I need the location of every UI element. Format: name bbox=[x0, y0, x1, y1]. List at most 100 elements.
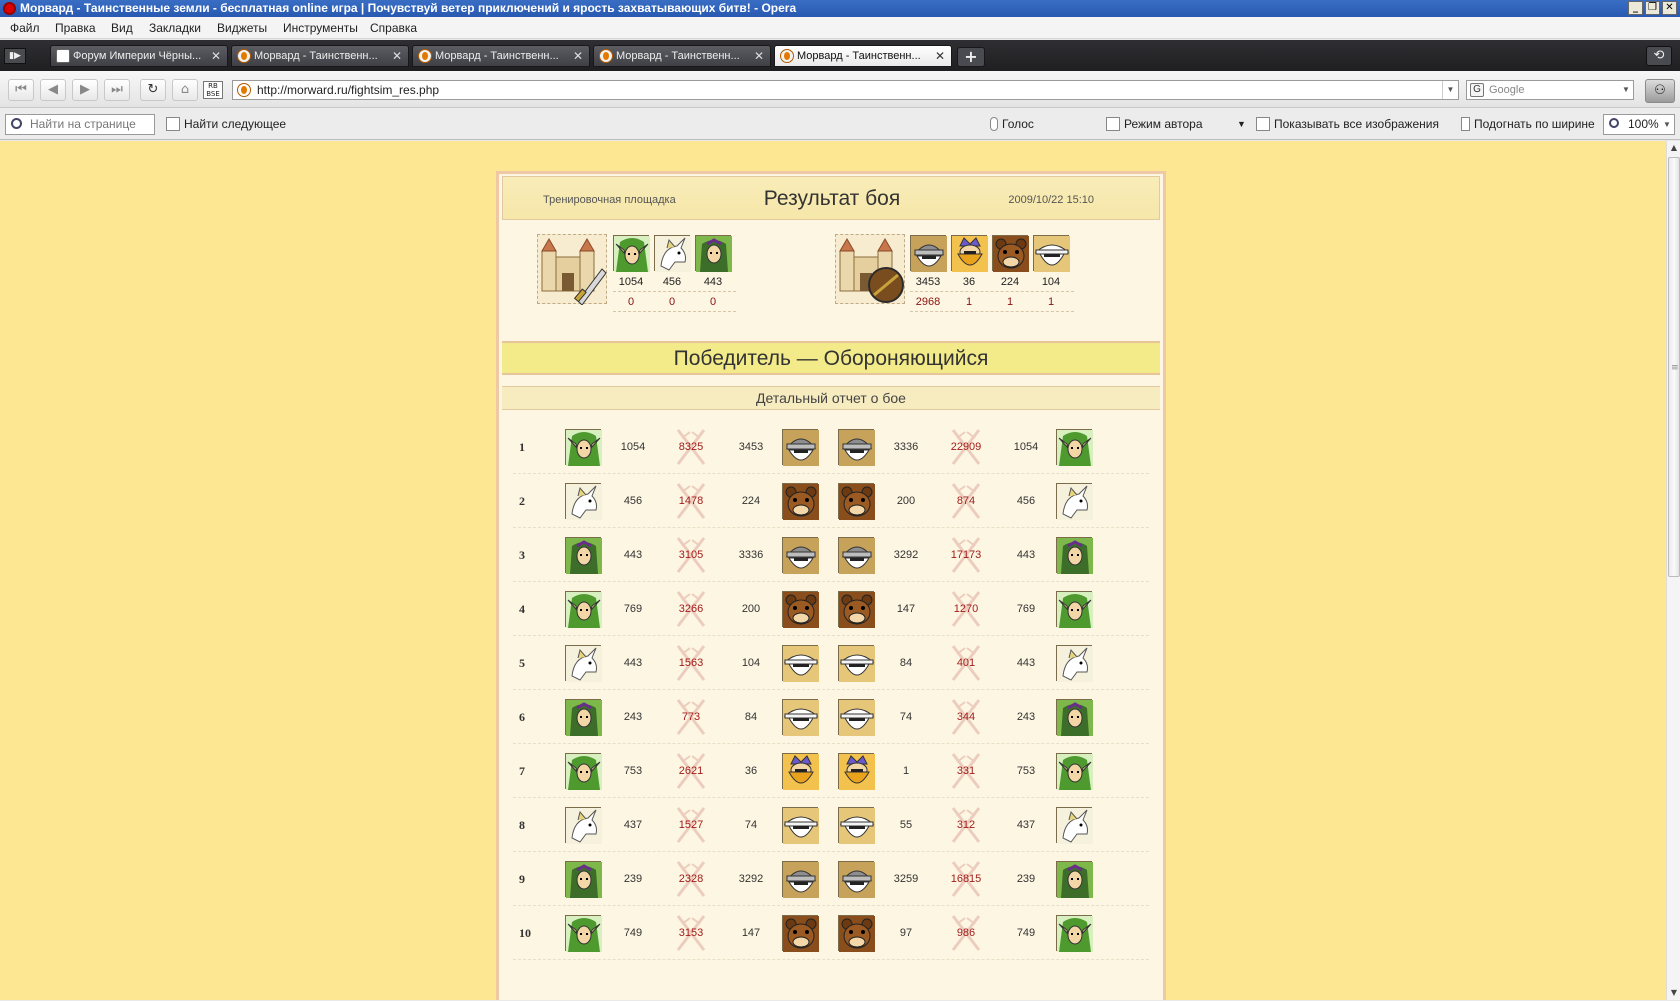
dwarf-miner-unit-icon bbox=[782, 699, 819, 736]
unicorn-unit-icon bbox=[1056, 807, 1093, 844]
winner-banner: Победитель — Обороняющийся bbox=[502, 341, 1160, 375]
defender-swords-icon bbox=[951, 752, 981, 790]
home-button[interactable]: ⌂ bbox=[172, 79, 198, 101]
menu-widgets[interactable]: Виджеты bbox=[217, 21, 267, 35]
battle-header: Тренировочная площадка Результат боя 200… bbox=[502, 176, 1160, 220]
defender-swords-icon bbox=[951, 482, 981, 520]
menu-help[interactable]: Справка bbox=[370, 21, 417, 35]
elf-warrior-unit-icon bbox=[565, 429, 602, 466]
panel-toggle-button[interactable]: ▮▶ bbox=[4, 48, 26, 64]
zoom-chevron-down-icon[interactable]: ▼ bbox=[1660, 115, 1674, 134]
tab-morward-2[interactable]: Морвард - Таинственн... ✕ bbox=[412, 45, 590, 67]
find-input[interactable]: Найти на странице bbox=[5, 114, 155, 135]
defender-count: 3292 bbox=[738, 873, 764, 885]
search-engine-chevron-down-icon[interactable]: ▼ bbox=[1619, 81, 1633, 99]
rewind-button[interactable]: ⏮ bbox=[8, 79, 34, 101]
elf-warrior-unit-icon bbox=[565, 591, 602, 628]
voice-button[interactable]: Голос bbox=[990, 116, 1034, 132]
rb-favicon-icon bbox=[56, 49, 70, 63]
fit-width-button[interactable]: Подогнать по ширине bbox=[1461, 116, 1595, 132]
turbo-icon[interactable]: ⚇ bbox=[1645, 79, 1675, 103]
vertical-scrollbar[interactable]: ▲ ≡ ▼ bbox=[1666, 141, 1680, 1000]
menu-tools[interactable]: Инструменты bbox=[283, 21, 358, 35]
defender-count-after: 200 bbox=[896, 495, 916, 507]
find-bar: Найти на странице Найти следующее Голос … bbox=[0, 108, 1680, 140]
attacker-count: 437 bbox=[623, 819, 643, 831]
morward-favicon-icon bbox=[418, 49, 432, 63]
defender-count-after: 3292 bbox=[893, 549, 919, 561]
tab-label: Морвард - Таинственн... bbox=[254, 50, 378, 62]
elf-warrior-unit-icon bbox=[565, 915, 602, 952]
round-row: 5443156310484401443 bbox=[513, 636, 1149, 690]
url-history-chevron-down-icon[interactable]: ▼ bbox=[1442, 81, 1458, 99]
window-titlebar: Морвард - Таинственные земли - бесплатна… bbox=[0, 0, 1680, 17]
attacker-count: 1054 bbox=[618, 276, 644, 288]
close-window-button[interactable]: ✕ bbox=[1662, 1, 1677, 15]
defender-count-after: 84 bbox=[899, 657, 913, 669]
defender-count: 3336 bbox=[738, 549, 764, 561]
scroll-up-arrow-icon[interactable]: ▲ bbox=[1667, 141, 1680, 155]
maximize-button[interactable]: ❐ bbox=[1645, 1, 1660, 15]
dwarf-miner-unit-icon bbox=[782, 645, 819, 682]
show-images-button[interactable]: Показывать все изображения bbox=[1256, 116, 1439, 132]
author-mode-button[interactable]: Режим автора bbox=[1106, 116, 1203, 132]
search-field[interactable]: G Google ▼ bbox=[1466, 80, 1634, 100]
tab-close-icon[interactable]: ✕ bbox=[211, 46, 221, 66]
address-field[interactable]: http://morward.ru/fightsim_res.php ▼ bbox=[232, 80, 1459, 100]
round-number: 9 bbox=[519, 872, 525, 886]
attacker-castle-icon bbox=[537, 234, 607, 306]
dwarf-helmet-unit-icon bbox=[782, 537, 819, 574]
scroll-down-arrow-icon[interactable]: ▼ bbox=[1667, 986, 1680, 1000]
tab-forum[interactable]: Форум Империи Чёрны... ✕ bbox=[50, 45, 228, 67]
rb-extension-icon[interactable]: RB BSE bbox=[203, 81, 223, 99]
closed-tabs-trash-icon[interactable]: ⟲ bbox=[1646, 46, 1672, 66]
tab-close-icon[interactable]: ✕ bbox=[573, 46, 583, 66]
back-button[interactable]: ◀ bbox=[40, 79, 66, 101]
page-viewport: Тренировочная площадка Результат боя 200… bbox=[0, 141, 1666, 1000]
defender-divider bbox=[910, 291, 1074, 292]
menu-edit[interactable]: Правка bbox=[55, 21, 96, 35]
attacker-loss: 0 bbox=[668, 296, 676, 308]
menu-view[interactable]: Вид bbox=[111, 21, 133, 35]
zoom-field[interactable]: 100% ▼ bbox=[1603, 114, 1675, 135]
zoom-value: 100% bbox=[1628, 117, 1659, 131]
find-next-button[interactable]: Найти следующее bbox=[166, 116, 286, 132]
author-mode-icon bbox=[1106, 117, 1120, 131]
tab-close-icon[interactable]: ✕ bbox=[754, 46, 764, 66]
round-row: 11054832534533336229091054 bbox=[513, 420, 1149, 474]
dwarf-miner-unit-icon bbox=[838, 807, 875, 844]
fast-forward-button[interactable]: ⏭ bbox=[104, 79, 130, 101]
round-number: 8 bbox=[519, 818, 525, 832]
defender-swords-icon bbox=[951, 698, 981, 736]
attacker-count-after: 1054 bbox=[1013, 441, 1039, 453]
round-row: 24561478224200874456 bbox=[513, 474, 1149, 528]
tab-close-icon[interactable]: ✕ bbox=[392, 46, 402, 66]
attacker-count-after: 239 bbox=[1016, 873, 1036, 885]
defender-count: 147 bbox=[741, 927, 761, 939]
defender-count: 36 bbox=[744, 765, 758, 777]
dwarf-helmet-unit-icon bbox=[838, 537, 875, 574]
defender-count-after: 55 bbox=[899, 819, 913, 831]
round-row: 843715277455312437 bbox=[513, 798, 1149, 852]
tab-close-icon[interactable]: ✕ bbox=[935, 46, 945, 66]
new-tab-button[interactable]: + bbox=[957, 47, 985, 67]
round-number: 2 bbox=[519, 494, 525, 508]
dwarf-miner-unit-icon bbox=[838, 645, 875, 682]
attacker-count: 749 bbox=[623, 927, 643, 939]
minimize-button[interactable]: _ bbox=[1628, 1, 1643, 15]
style-dropdown-chevron-down-icon[interactable]: ▼ bbox=[1237, 116, 1246, 132]
reload-button[interactable]: ↻ bbox=[140, 79, 166, 101]
menu-bookmarks[interactable]: Закладки bbox=[149, 21, 201, 35]
elf-druid-unit-icon bbox=[1056, 537, 1093, 574]
bear-unit-icon bbox=[838, 915, 875, 952]
attacker-count: 443 bbox=[703, 276, 723, 288]
url-text: http://morward.ru/fightsim_res.php bbox=[257, 83, 440, 97]
elf-druid-unit-icon bbox=[1056, 699, 1093, 736]
dwarf-king-unit-icon bbox=[951, 235, 988, 272]
attacker-count: 443 bbox=[623, 657, 643, 669]
tab-morward-3[interactable]: Морвард - Таинственн... ✕ bbox=[593, 45, 771, 67]
tab-morward-1[interactable]: Морвард - Таинственн... ✕ bbox=[231, 45, 409, 67]
menu-file[interactable]: Файл bbox=[10, 21, 40, 35]
forward-button[interactable]: ▶ bbox=[72, 79, 98, 101]
tab-morward-active[interactable]: Морвард - Таинственн... ✕ bbox=[774, 45, 952, 67]
